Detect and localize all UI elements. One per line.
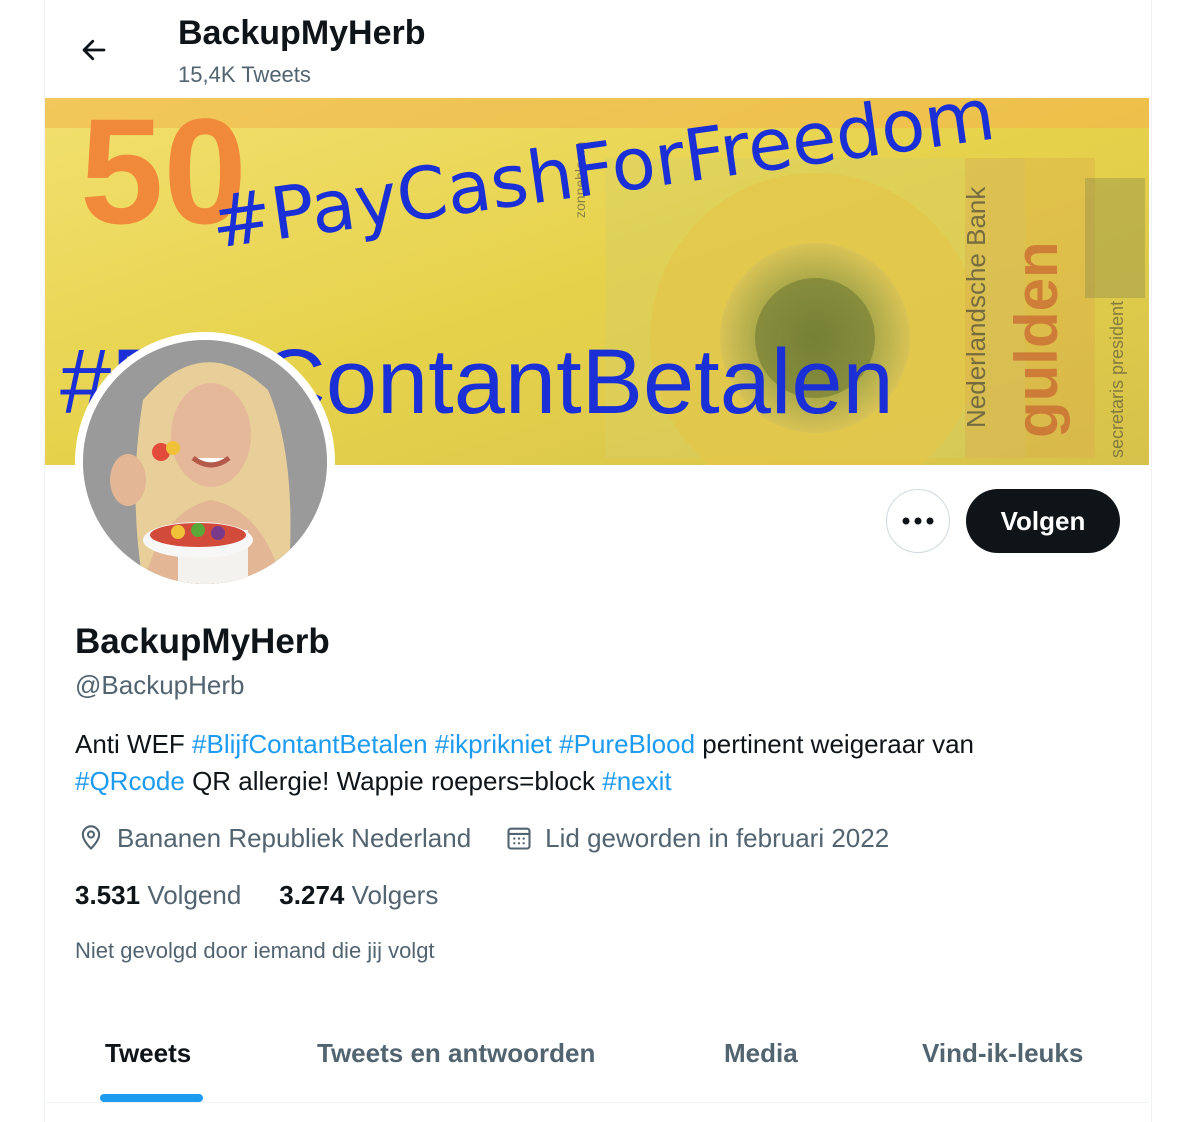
banner-note-text-2: Nederlandsche Bank — [961, 186, 991, 428]
banner-note-text-3: secretaris president — [1107, 301, 1127, 458]
profile-name: BackupMyHerb — [75, 622, 330, 661]
profile-bio: Anti WEF #BlijfContantBetalen #ikpriknie… — [75, 726, 1115, 800]
bio-text: QR allergie! Wappie roepers=block — [184, 766, 603, 796]
not-followed-notice: Niet gevolgd door iemand die jij volgt — [75, 938, 435, 963]
tab-media[interactable]: Media — [724, 1038, 798, 1069]
bio-space — [428, 729, 435, 759]
followers-link[interactable]: 3.274 Volgers — [279, 880, 438, 911]
profile-meta: Bananen Republiek Nederland Lid geworden… — [75, 822, 889, 854]
avatar[interactable] — [75, 332, 335, 592]
following-link[interactable]: 3.531 Volgend — [75, 880, 241, 911]
bio-text: Anti WEF — [75, 729, 193, 759]
back-button[interactable] — [70, 26, 118, 74]
follow-button[interactable]: Volgen — [966, 489, 1120, 553]
header-title: BackupMyHerb — [178, 14, 426, 52]
location-item: Bananen Republiek Nederland — [75, 822, 471, 854]
hashtag-link[interactable]: #BlijfContantBetalen — [192, 729, 428, 759]
hashtag-link[interactable]: #nexit — [602, 766, 671, 796]
bio-text: pertinent weigeraar van — [695, 729, 974, 759]
joined-item: Lid geworden in februari 2022 — [503, 822, 889, 854]
active-tab-indicator — [100, 1094, 203, 1102]
location-text: Bananen Republiek Nederland — [117, 822, 472, 853]
tab-tweets-replies[interactable]: Tweets en antwoorden — [317, 1038, 595, 1069]
location-pin-icon — [75, 822, 107, 854]
more-button[interactable] — [886, 489, 950, 553]
profile-tabs: Tweets Tweets en antwoorden Media Vind-i… — [45, 1010, 1149, 1103]
following-label: Volgend — [147, 880, 242, 910]
following-count: 3.531 — [75, 880, 141, 910]
tweet-count: 15,4K Tweets — [178, 62, 311, 87]
hashtag-link[interactable]: #PureBlood — [559, 729, 695, 759]
banner-note-text-1: gulden — [1003, 241, 1070, 438]
hashtag-link[interactable]: #ikprikniet — [435, 729, 552, 759]
followers-count: 3.274 — [279, 880, 345, 910]
calendar-icon — [503, 822, 535, 854]
profile-handle: @BackupHerb — [75, 670, 245, 700]
followers-label: Volgers — [351, 880, 439, 910]
joined-text: Lid geworden in februari 2022 — [545, 822, 890, 853]
arrow-left-icon — [82, 39, 106, 61]
tab-tweets[interactable]: Tweets — [105, 1038, 191, 1069]
tab-likes[interactable]: Vind-ik-leuks — [922, 1038, 1083, 1069]
hashtag-link[interactable]: #QRcode — [75, 766, 185, 796]
more-horizontal-icon — [902, 517, 934, 525]
follow-stats: 3.531 Volgend 3.274 Volgers — [75, 880, 476, 911]
